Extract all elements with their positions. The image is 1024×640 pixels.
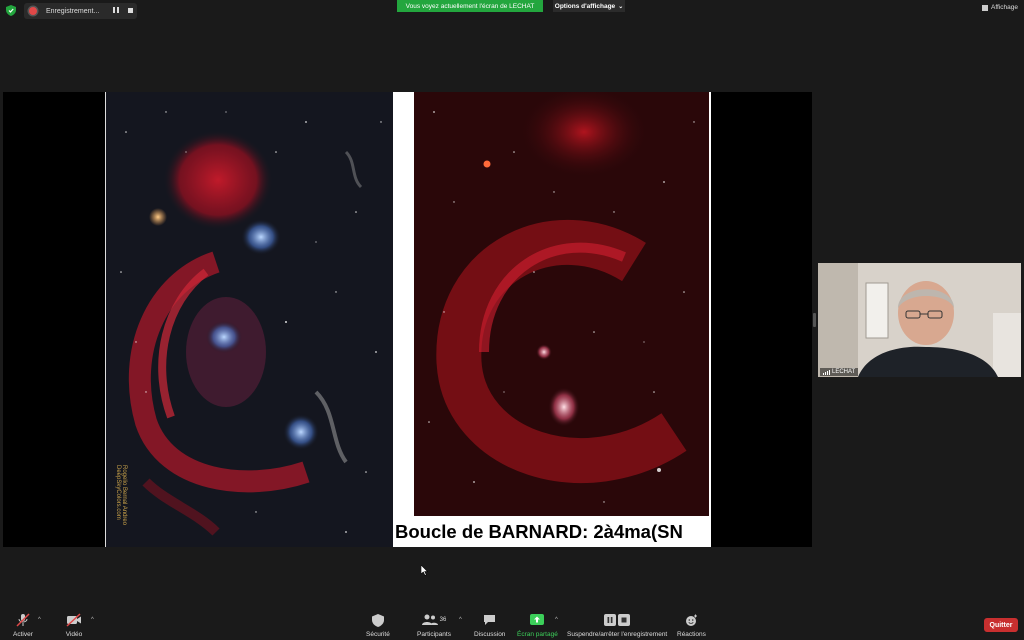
participant-name-tag: LECHAT	[820, 368, 859, 376]
participants-icon-wrap: 36	[421, 613, 447, 627]
video-button[interactable]: Vidéo	[65, 613, 83, 638]
mic-muted-icon	[15, 613, 31, 627]
unmute-label: Activer	[13, 631, 33, 638]
chevron-up-icon[interactable]: ^	[91, 617, 94, 623]
orion-nebula-image	[105, 92, 394, 547]
security-button[interactable]: Sécurité	[366, 613, 390, 638]
pause-record-icon[interactable]	[604, 614, 617, 626]
image-credit: Rogelio Bernal Andreo DeepSkyColors.com	[115, 465, 127, 545]
pause-icon[interactable]	[113, 7, 119, 13]
stop-icon[interactable]	[128, 8, 133, 13]
share-screen-button[interactable]: Écran partagé	[517, 613, 558, 638]
chat-label: Discussion	[474, 631, 506, 638]
participant-video[interactable]: LECHAT	[818, 263, 1021, 377]
share-banner: Vous voyez actuellement l'écran de LECHA…	[397, 0, 543, 12]
chevron-up-icon[interactable]: ^	[38, 617, 41, 623]
chat-button[interactable]: Discussion	[474, 613, 505, 638]
view-options-label: Options d'affichage	[554, 2, 616, 10]
participant-name: LECHAT	[832, 369, 856, 375]
reactions-icon	[685, 613, 698, 627]
participants-count: 36	[439, 617, 447, 623]
reactions-label: Réactions	[677, 631, 706, 638]
share-label: Écran partagé	[517, 631, 558, 638]
shield-icon[interactable]	[6, 5, 16, 16]
share-screen-icon	[530, 613, 545, 627]
stop-record-icon[interactable]	[618, 614, 631, 626]
chat-icon	[483, 613, 496, 627]
quit-button[interactable]: Quitter	[984, 618, 1018, 632]
credit-site: DeepSkyColors.com	[115, 465, 121, 520]
participants-icon	[421, 614, 438, 625]
security-icon	[371, 613, 384, 627]
reactions-button[interactable]: Réactions	[677, 613, 706, 638]
view-button[interactable]: Affichage	[982, 4, 1018, 11]
grid-icon	[982, 4, 989, 11]
record-dot-icon	[29, 7, 37, 15]
view-options-button[interactable]: Options d'affichage ⌄	[553, 0, 625, 12]
record-control-icons	[604, 613, 631, 627]
record-control-button[interactable]: Suspendre/arrêter l'enregistrement	[567, 613, 667, 638]
video-label: Vidéo	[65, 631, 83, 638]
participants-button[interactable]: 36 Participants	[417, 613, 451, 638]
panel-resize-handle[interactable]	[813, 313, 816, 327]
participants-label: Participants	[417, 631, 451, 638]
signal-icon	[823, 369, 830, 375]
unmute-button[interactable]: Activer	[13, 613, 33, 638]
view-button-label: Affichage	[991, 4, 1018, 11]
chevron-up-icon[interactable]: ^	[555, 617, 558, 623]
slide-caption: Boucle de BARNARD: 2à4ma(SN	[395, 521, 683, 542]
camera-off-icon	[65, 613, 83, 627]
chevron-up-icon[interactable]: ^	[459, 617, 462, 623]
recording-indicator: Enregistrement...	[24, 3, 137, 19]
barnard-loop-image	[414, 92, 709, 516]
security-label: Sécurité	[366, 631, 390, 638]
chevron-down-icon: ⌄	[618, 3, 624, 10]
recording-label: Enregistrement...	[46, 7, 100, 15]
record-control-label: Suspendre/arrêter l'enregistrement	[567, 631, 668, 638]
credit-author: Rogelio Bernal Andreo	[121, 465, 127, 526]
cursor-icon	[421, 565, 429, 576]
